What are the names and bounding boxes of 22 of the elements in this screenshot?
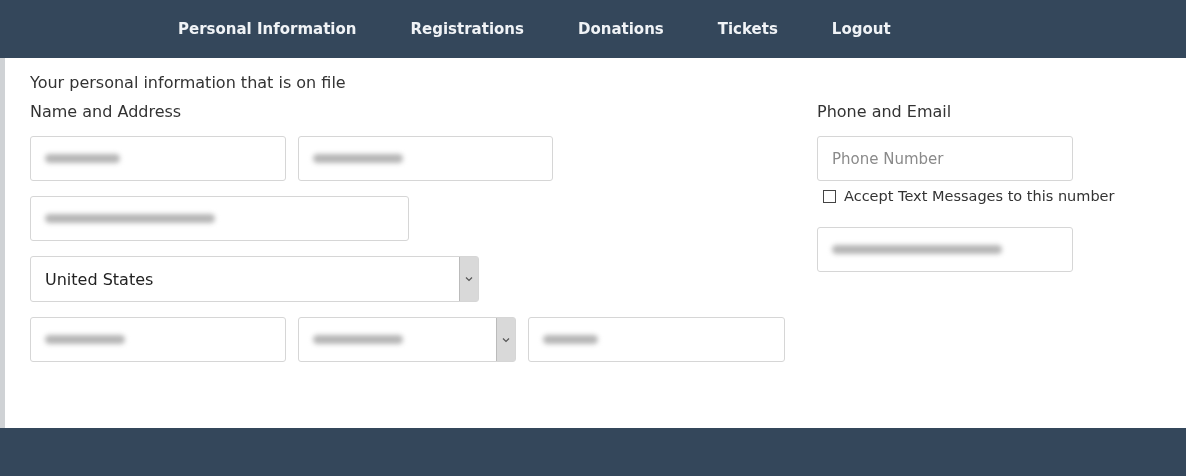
input-field[interactable] bbox=[528, 317, 785, 362]
section-heading: Phone and Email bbox=[817, 101, 953, 123]
checkbox-label: Accept Text Messages to this number bbox=[844, 188, 1115, 204]
email-field[interactable] bbox=[817, 227, 1073, 272]
nav-link[interactable]: Logout bbox=[831, 18, 891, 40]
nav-link[interactable]: Registrations bbox=[410, 18, 524, 40]
phone-field[interactable]: Phone Number bbox=[817, 136, 1073, 181]
input-field[interactable] bbox=[30, 196, 409, 241]
chevron-down-icon bbox=[459, 257, 478, 301]
intro-text: Your personal information that is on file bbox=[30, 72, 347, 94]
blurred-text bbox=[543, 335, 598, 344]
nav-link[interactable]: Donations bbox=[577, 18, 664, 40]
dropdown-field[interactable]: United States bbox=[30, 256, 479, 302]
nav-link[interactable]: Personal Information bbox=[178, 18, 357, 40]
input-field[interactable] bbox=[30, 317, 286, 362]
chevron-down-icon bbox=[496, 318, 515, 361]
section-heading: Name and Address bbox=[30, 101, 183, 123]
dropdown-field[interactable] bbox=[298, 317, 516, 362]
input-field[interactable] bbox=[30, 136, 286, 181]
nav-link[interactable]: Tickets bbox=[717, 18, 778, 40]
input-field[interactable] bbox=[298, 136, 553, 181]
checkbox[interactable] bbox=[823, 189, 836, 203]
